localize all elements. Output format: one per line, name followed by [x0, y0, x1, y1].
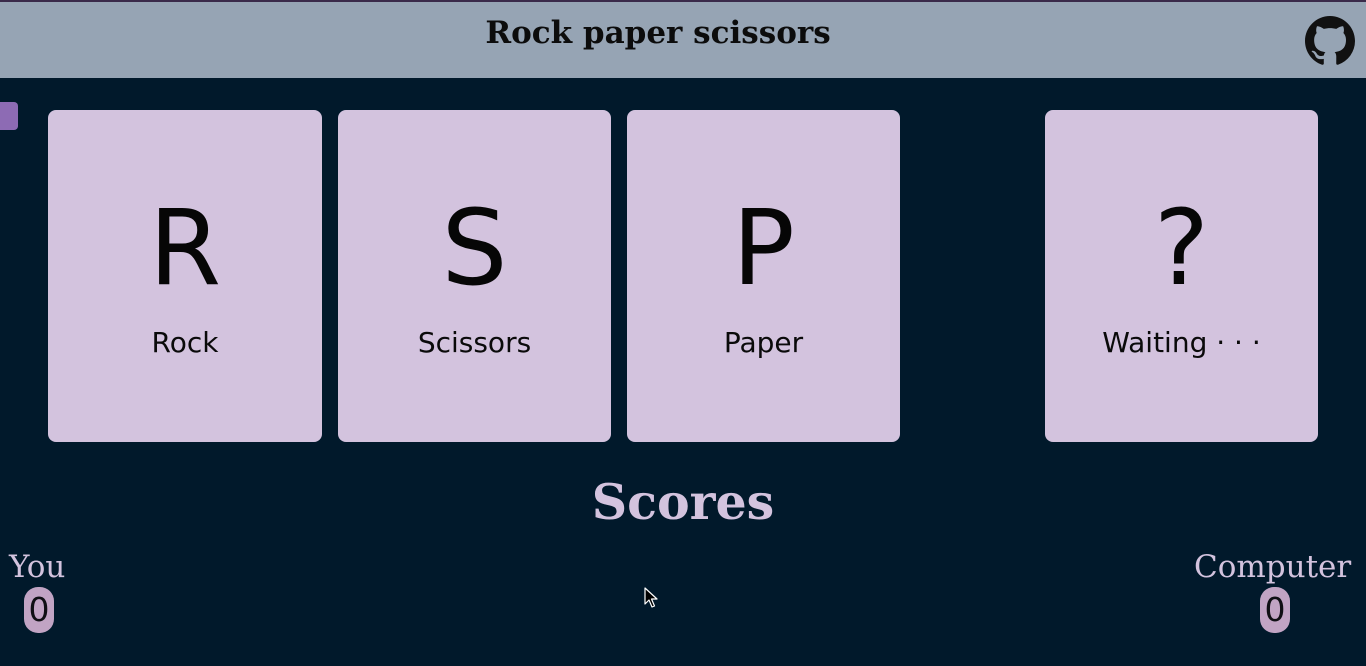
side-menu-tab[interactable] [0, 102, 18, 130]
card-letter: S [441, 187, 508, 309]
you-label: You [9, 549, 66, 585]
card-label: Waiting · · · [1102, 326, 1261, 359]
choice-card-scissors[interactable]: S Scissors [338, 110, 611, 442]
mouse-cursor-icon [644, 587, 658, 608]
computer-label: Computer [1194, 549, 1352, 585]
card-label: Scissors [417, 326, 532, 359]
you-score-badge: 0 [24, 587, 54, 633]
computer-choice-card: ? Waiting · · · [1045, 110, 1318, 442]
card-letter: ? [1153, 187, 1210, 309]
card-label: Rock [151, 326, 219, 359]
card-letter: R [148, 187, 222, 309]
choice-card-paper[interactable]: P Paper [627, 110, 900, 442]
scores-heading: Scores [591, 473, 775, 531]
app-header: Rock paper scissors [0, 2, 1366, 78]
computer-score-badge: 0 [1260, 587, 1290, 633]
card-letter: P [732, 187, 795, 309]
page-title: Rock paper scissors [485, 15, 831, 51]
card-label: Paper [723, 326, 804, 359]
choice-card-rock[interactable]: R Rock [48, 110, 322, 442]
github-icon[interactable] [1305, 16, 1355, 66]
